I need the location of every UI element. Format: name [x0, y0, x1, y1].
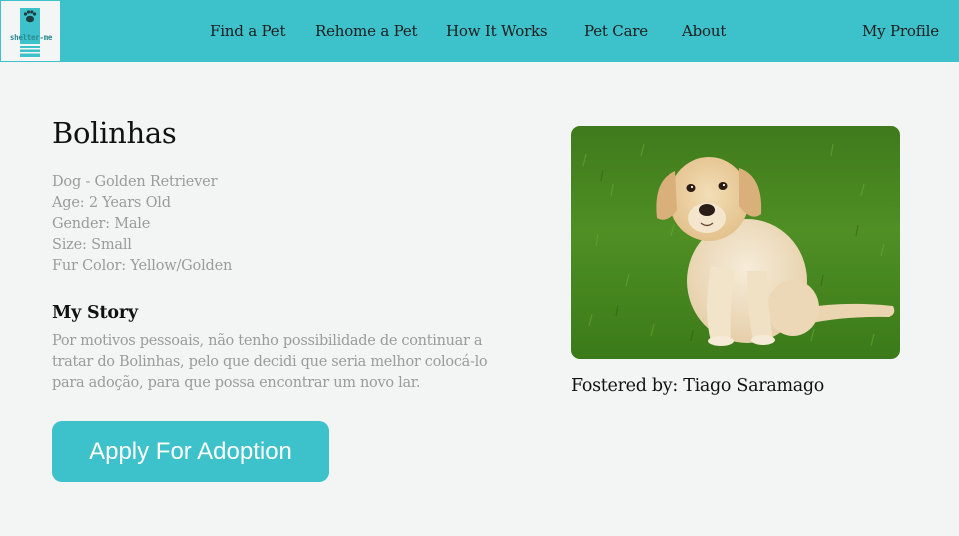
pet-gender: Gender: Male [52, 216, 151, 232]
nav-my-profile[interactable]: My Profile [862, 22, 939, 40]
story-text: Por motivos pessoais, não tenho possibil… [52, 333, 488, 391]
nav-rehome-a-pet[interactable]: Rehome a Pet [315, 22, 418, 40]
logo-text: shelter-me [9, 33, 53, 42]
pet-age: Age: 2 Years Old [52, 195, 171, 211]
brand-logo[interactable]: shelter-me [1, 1, 60, 61]
nav-pet-care[interactable]: Pet Care [584, 22, 648, 40]
pet-photo [571, 126, 900, 359]
nav-how-it-works[interactable]: How It Works [446, 22, 548, 40]
puppy-image [571, 126, 900, 359]
nav-about[interactable]: About [682, 22, 726, 40]
pet-name: Bolinhas [52, 116, 177, 150]
top-navbar: shelter-me Find a Pet Rehome a Pet How I… [0, 0, 959, 62]
pet-details: Dog - Golden Retriever Age: 2 Years Old … [52, 172, 232, 277]
nav-find-a-pet[interactable]: Find a Pet [210, 22, 285, 40]
pet-species-breed: Dog - Golden Retriever [52, 174, 218, 190]
apply-for-adoption-button[interactable]: Apply For Adoption [52, 421, 329, 482]
paw-icon [20, 8, 40, 57]
pet-size: Size: Small [52, 237, 132, 253]
fostered-by: Fostered by: Tiago Saramago [571, 376, 825, 396]
pet-fur-color: Fur Color: Yellow/Golden [52, 258, 233, 274]
story-heading: My Story [52, 303, 138, 323]
